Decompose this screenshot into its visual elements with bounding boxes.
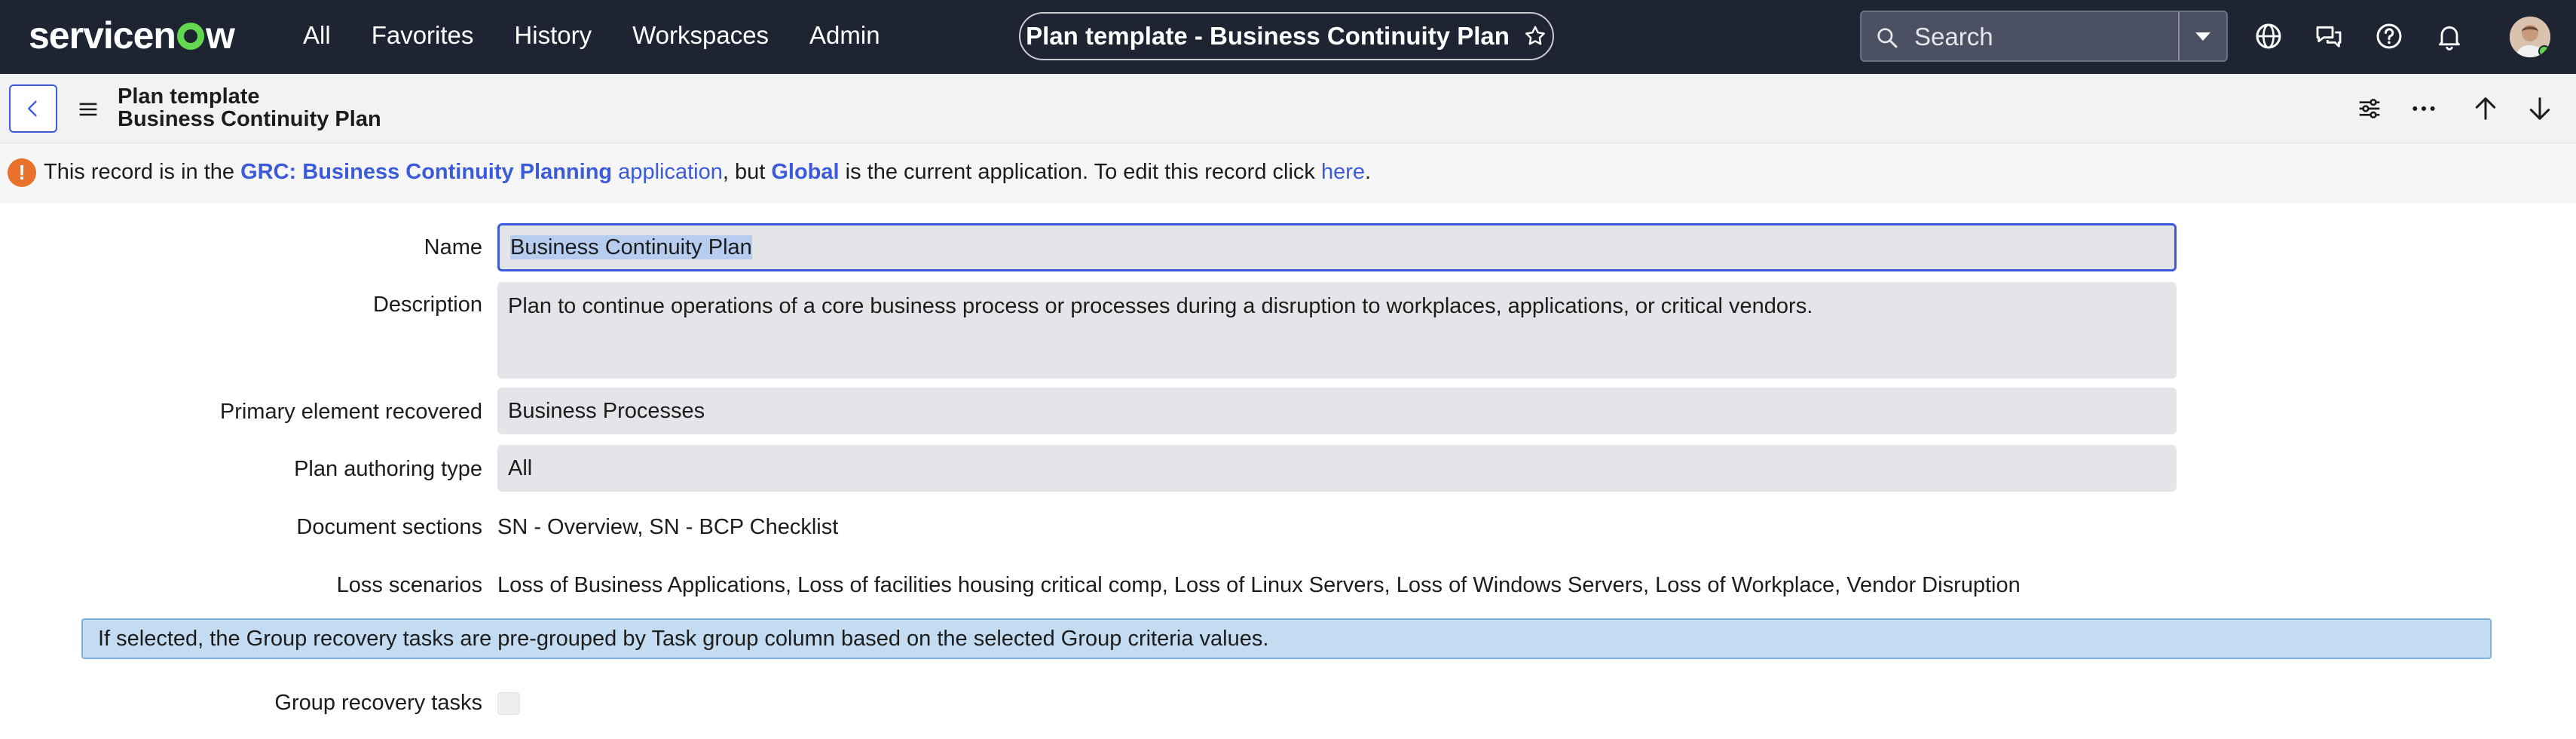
nav-item-admin[interactable]: Admin bbox=[809, 18, 880, 53]
search-icon bbox=[1877, 28, 1898, 48]
group-recovery-tasks-label: Group recovery tasks bbox=[274, 691, 482, 715]
message-mid: , but bbox=[722, 160, 772, 184]
nav-item-all[interactable]: All bbox=[303, 18, 331, 53]
previous-record-arrow-up-icon[interactable] bbox=[2470, 94, 2501, 124]
presence-online-indicator bbox=[2538, 45, 2550, 57]
description-label: Description bbox=[372, 293, 482, 317]
group-recovery-tasks-checkbox[interactable] bbox=[497, 692, 520, 715]
servicenow-logo[interactable]: servicen w bbox=[29, 14, 235, 57]
name-field[interactable]: Business Continuity Plan bbox=[497, 223, 2177, 271]
chat-icon[interactable] bbox=[2314, 21, 2344, 51]
plan-authoring-type-label: Plan authoring type bbox=[294, 457, 482, 481]
search-scope-dropdown[interactable] bbox=[2178, 12, 2226, 60]
star-icon[interactable] bbox=[1523, 24, 1547, 48]
user-avatar[interactable] bbox=[2510, 17, 2550, 57]
nav-item-favorites[interactable]: Favorites bbox=[372, 18, 474, 53]
application-word-link[interactable]: application bbox=[612, 160, 723, 184]
loss-scenarios-label: Loss scenarios bbox=[336, 573, 482, 597]
caret-down-icon bbox=[2195, 32, 2210, 41]
document-sections-label: Document sections bbox=[296, 515, 482, 539]
message-end: . bbox=[1365, 160, 1372, 184]
record-name-title: Business Continuity Plan bbox=[118, 107, 381, 131]
chevron-left-icon bbox=[28, 100, 37, 117]
document-sections-value: SN - Overview, SN - BCP Checklist bbox=[497, 515, 839, 539]
current-application-link[interactable]: Global bbox=[771, 160, 839, 184]
primary-element-recovered-label: Primary element recovered bbox=[219, 400, 482, 424]
plan-authoring-type-field[interactable]: All bbox=[497, 445, 2177, 492]
globe-icon[interactable] bbox=[2253, 21, 2284, 51]
nav-menu: All Favorites History Workspaces Admin bbox=[303, 18, 921, 53]
next-record-arrow-down-icon[interactable] bbox=[2525, 94, 2555, 124]
notifications-bell-icon[interactable] bbox=[2434, 21, 2464, 51]
edit-here-link[interactable]: here bbox=[1321, 160, 1365, 184]
group-recovery-hint: If selected, the Group recovery tasks ar… bbox=[81, 618, 2492, 659]
back-button[interactable] bbox=[9, 84, 57, 133]
description-field[interactable]: Plan to continue operations of a core bu… bbox=[497, 282, 2177, 379]
nav-item-history[interactable]: History bbox=[514, 18, 592, 53]
form-header: Plan template Business Continuity Plan bbox=[0, 74, 2576, 143]
hamburger-menu-icon[interactable] bbox=[75, 97, 101, 122]
more-options-icon[interactable] bbox=[2409, 94, 2439, 124]
top-navigation: servicen w All Favorites History Workspac… bbox=[0, 0, 2576, 74]
name-label: Name bbox=[424, 235, 482, 259]
form-settings-sliders-icon[interactable] bbox=[2354, 94, 2385, 124]
application-link[interactable]: GRC: Business Continuity Planning bbox=[240, 160, 612, 184]
warning-icon: ! bbox=[8, 158, 36, 187]
context-title: Plan template - Business Continuity Plan bbox=[1026, 22, 1510, 50]
message-prefix: This record is in the bbox=[44, 160, 241, 184]
nav-item-workspaces[interactable]: Workspaces bbox=[632, 18, 769, 53]
global-search[interactable]: Search bbox=[1860, 11, 2228, 62]
scope-message-text: This record is in the GRC: Business Cont… bbox=[44, 160, 1371, 185]
application-scope-message: ! This record is in the GRC: Business Co… bbox=[0, 143, 2576, 204]
search-placeholder: Search bbox=[1914, 23, 1993, 51]
primary-element-recovered-field[interactable]: Business Processes bbox=[497, 388, 2177, 434]
message-suffix: is the current application. To edit this… bbox=[839, 160, 1321, 184]
context-title-pill[interactable]: Plan template - Business Continuity Plan bbox=[1019, 12, 1554, 60]
help-icon[interactable] bbox=[2374, 21, 2404, 51]
name-value: Business Continuity Plan bbox=[510, 235, 752, 259]
record-type-title: Plan template bbox=[118, 84, 260, 109]
loss-scenarios-value: Loss of Business Applications, Loss of f… bbox=[497, 573, 2021, 597]
